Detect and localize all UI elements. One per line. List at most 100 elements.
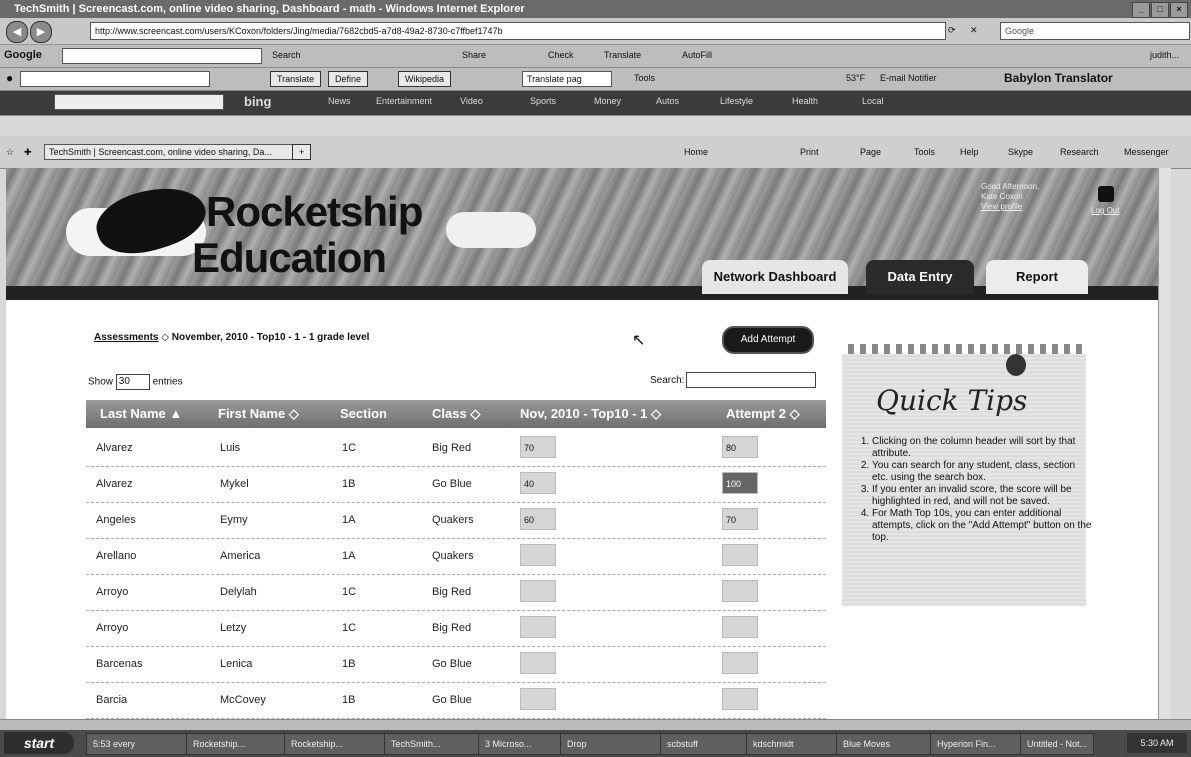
score-input-attempt-2[interactable] [722,580,758,602]
taskbar-task[interactable]: Hyperion Fin... [930,733,1024,755]
page-menu[interactable]: Page [860,145,881,160]
browser-search-input[interactable]: Google [1000,22,1190,40]
taskbar-task[interactable]: Rocketship... [186,733,288,755]
minimize-button[interactable]: _ [1132,2,1150,18]
bing-sports[interactable]: Sports [530,94,556,109]
google-search-input[interactable] [62,48,262,64]
score-input-attempt-2[interactable] [722,616,758,638]
bing-lifestyle[interactable]: Lifestyle [720,94,753,109]
back-button[interactable]: ◀ [6,21,28,43]
score-input-attempt-2[interactable]: 80 [722,436,758,458]
define-button[interactable]: Define [328,71,369,87]
tools-menu[interactable]: Tools [914,145,935,160]
cell-section: 1A [342,550,356,562]
taskbar-task[interactable]: scbstuff [660,733,750,755]
taskbar-task[interactable]: kdschmidt [746,733,840,755]
score-input-nov[interactable]: 60 [520,508,556,530]
bing-health[interactable]: Health [792,94,818,109]
taskbar-task[interactable]: TechSmith... [384,733,482,755]
col-last-name[interactable]: Last Name ▲ [100,406,182,421]
translate-button[interactable]: Translate [604,48,641,63]
cell-last-name: Angeles [96,514,136,526]
refresh-icon[interactable]: ⟳ [948,23,956,38]
cell-last-name: Barcia [96,694,128,706]
print-button[interactable]: Print [800,145,819,160]
taskbar-task[interactable]: Untitled - Not... [1020,733,1094,755]
skype-button[interactable]: Skype [1008,145,1033,160]
add-favorites-icon[interactable]: ✚ [24,145,32,160]
cell-last-name: Arroyo [96,622,129,634]
favorites-star-icon[interactable]: ☆ [6,145,14,160]
score-input-nov[interactable]: 70 [520,436,556,458]
bing-video[interactable]: Video [460,94,483,109]
stop-icon[interactable]: ✕ [970,23,978,38]
new-tab-button[interactable]: + [292,144,312,160]
score-input-nov[interactable] [520,544,556,566]
score-input-attempt-2[interactable] [722,544,758,566]
tab-network-dashboard[interactable]: Network Dashboard [702,260,848,294]
babylon-input[interactable] [20,71,210,87]
score-input-nov[interactable] [520,652,556,674]
col-first-name[interactable]: First Name ◇ [218,406,299,422]
taskbar-task[interactable]: 5:53 every [86,733,190,755]
taskbar-task[interactable]: Rocketship... [284,733,388,755]
forward-button[interactable]: ▶ [30,21,52,43]
taskbar-task[interactable]: Drop [560,733,664,755]
page-scrollbar[interactable] [1158,168,1171,719]
cell-class: Go Blue [432,478,472,490]
email-notifier[interactable]: E-mail Notifier [880,71,937,86]
help-menu[interactable]: Help [960,145,979,160]
add-attempt-button[interactable]: Add Attempt [722,326,814,354]
bing-autos[interactable]: Autos [656,94,679,109]
score-input-attempt-2[interactable]: 70 [722,508,758,530]
score-input-attempt-2[interactable] [722,652,758,674]
weather-indicator[interactable]: 53°F [846,71,865,86]
tip-item: You can search for any student, class, s… [872,460,1092,484]
babylon-icon: ● [6,71,14,85]
url-field[interactable]: http://www.screencast.com/users/KCoxon/f… [90,22,946,40]
score-input-nov[interactable] [520,616,556,638]
bing-entertainment[interactable]: Entertainment [376,94,432,109]
taskbar-task[interactable]: Blue Moves [836,733,934,755]
score-input-nov[interactable]: 40 [520,472,556,494]
col-score-nov[interactable]: Nov, 2010 - Top10 - 1 ◇ [520,406,661,422]
messenger-button[interactable]: Messenger [1124,145,1169,160]
user-account[interactable]: judith... [1150,48,1179,63]
share-button[interactable]: Share [462,48,486,63]
wikipedia-button[interactable]: Wikipedia [398,71,452,87]
check-button[interactable]: Check [548,48,574,63]
bing-news[interactable]: News [328,94,351,109]
view-profile-link[interactable]: View profile [981,202,1061,212]
taskbar-task[interactable]: 3 Microso... [478,733,564,755]
breadcrumb-assessments-link[interactable]: Assessments [94,332,158,343]
col-attempt-2[interactable]: Attempt 2 ◇ [726,406,800,422]
autofill-button[interactable]: AutoFill [682,48,712,63]
google-logo: Google [4,49,42,61]
maximize-button[interactable]: □ [1151,2,1169,18]
babylon-tools-button[interactable]: Tools [634,71,655,86]
home-button[interactable]: Home [684,145,708,160]
translate-word-button[interactable]: Translate [270,71,322,87]
entries-select[interactable]: 30 [115,374,150,390]
translate-page-select[interactable]: Translate pag [522,71,612,87]
bing-money[interactable]: Money [594,94,621,109]
logout-icon[interactable] [1098,186,1114,202]
start-button[interactable]: start [4,732,74,754]
tab-report[interactable]: Report [986,260,1088,294]
tab-active[interactable]: TechSmith | Screencast.com, online video… [44,144,294,160]
score-input-nov[interactable] [520,688,556,710]
logout-link[interactable]: Log Out [1091,206,1119,215]
tab-data-entry[interactable]: Data Entry [866,260,974,294]
close-button[interactable]: × [1170,2,1188,18]
bing-search-input[interactable] [54,94,224,110]
bing-local[interactable]: Local [862,94,884,109]
score-input-attempt-2[interactable] [722,688,758,710]
user-name: Kate Coxon [981,192,1023,201]
col-class[interactable]: Class ◇ [432,406,480,422]
research-button[interactable]: Research [1060,145,1099,160]
score-input-attempt-2[interactable]: 100 [722,472,758,494]
score-input-nov[interactable] [520,580,556,602]
col-section[interactable]: Section [340,406,387,421]
google-search-button[interactable]: Search [272,48,301,63]
table-search-input[interactable] [686,372,816,388]
